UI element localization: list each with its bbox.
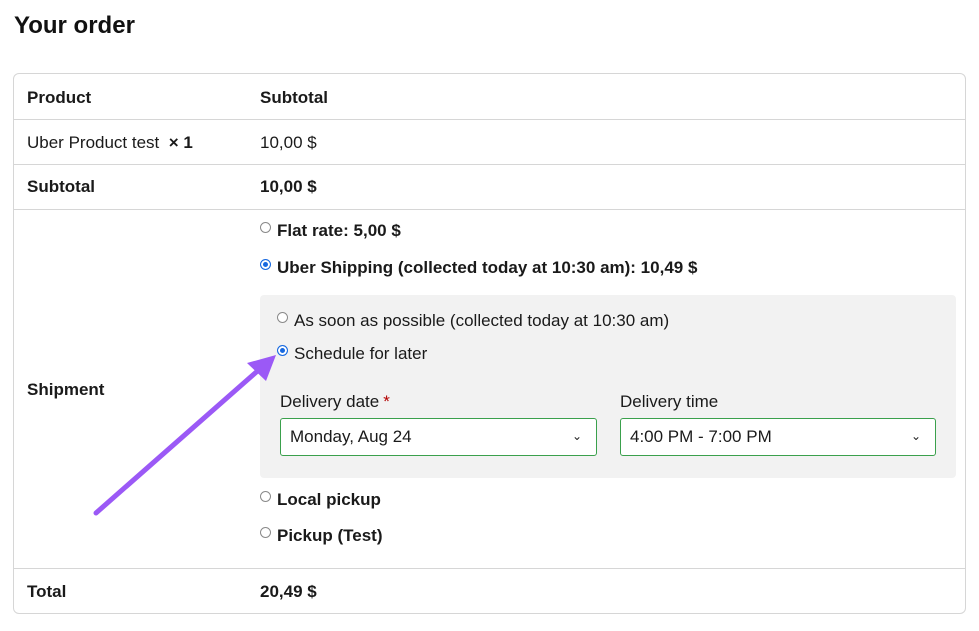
radio-button[interactable] xyxy=(277,311,288,323)
row-divider xyxy=(14,209,965,210)
chevron-down-icon: ⌄ xyxy=(910,429,921,443)
subtotal-value: 10,00 $ xyxy=(260,177,317,196)
uber-option-label: Schedule for later xyxy=(294,344,428,363)
delivery-time-value: 4:00 PM - 7:00 PM xyxy=(630,427,772,446)
delivery-date-label-text: Delivery date xyxy=(280,392,380,411)
order-table: Product Subtotal Uber Product test × 1 1… xyxy=(13,73,966,614)
radio-button[interactable] xyxy=(260,526,271,538)
row-divider xyxy=(14,164,965,165)
product-quantity: × 1 xyxy=(168,133,193,152)
shipping-option-flat-rate[interactable]: Flat rate: 5,00 $ xyxy=(260,221,401,241)
shipping-option-label: Uber Shipping (collected today at 10:30 … xyxy=(277,258,698,277)
radio-button[interactable] xyxy=(260,221,271,233)
shipping-option-label: Local pickup xyxy=(277,490,381,509)
required-marker: * xyxy=(383,392,390,411)
uber-option-label: As soon as possible (collected today at … xyxy=(294,311,670,330)
radio-button[interactable] xyxy=(260,258,271,270)
uber-option-schedule-later[interactable]: Schedule for later xyxy=(277,344,427,364)
row-divider xyxy=(14,119,965,120)
delivery-date-value: Monday, Aug 24 xyxy=(290,427,412,446)
line-item-price: 10,00 $ xyxy=(260,133,317,152)
radio-button[interactable] xyxy=(260,490,271,502)
delivery-time-select[interactable]: 4:00 PM - 7:00 PM ⌄ xyxy=(620,418,936,456)
delivery-date-select[interactable]: Monday, Aug 24 ⌄ xyxy=(280,418,597,456)
uber-option-asap[interactable]: As soon as possible (collected today at … xyxy=(277,311,669,331)
chevron-down-icon: ⌄ xyxy=(571,429,582,443)
shipping-option-uber[interactable]: Uber Shipping (collected today at 10:30 … xyxy=(260,258,697,278)
shipping-option-pickup-test[interactable]: Pickup (Test) xyxy=(260,526,382,546)
page-title: Your order xyxy=(14,12,135,39)
line-item-name: Uber Product test × 1 xyxy=(27,133,193,153)
delivery-date-label: Delivery date * xyxy=(280,392,390,412)
subtotal-label: Subtotal xyxy=(27,177,95,196)
product-header: Product xyxy=(27,88,92,107)
shipping-option-local-pickup[interactable]: Local pickup xyxy=(260,490,381,510)
delivery-time-label: Delivery time xyxy=(620,392,719,411)
product-name: Uber Product test xyxy=(27,133,160,152)
row-divider xyxy=(14,568,965,569)
shipment-label: Shipment xyxy=(27,380,105,399)
subtotal-header: Subtotal xyxy=(260,88,328,107)
shipping-option-label: Flat rate: 5,00 $ xyxy=(277,221,401,240)
radio-button[interactable] xyxy=(277,344,288,356)
uber-schedule-panel: As soon as possible (collected today at … xyxy=(260,295,956,478)
total-label: Total xyxy=(27,582,67,601)
shipping-option-label: Pickup (Test) xyxy=(277,526,383,545)
total-value: 20,49 $ xyxy=(260,582,317,601)
